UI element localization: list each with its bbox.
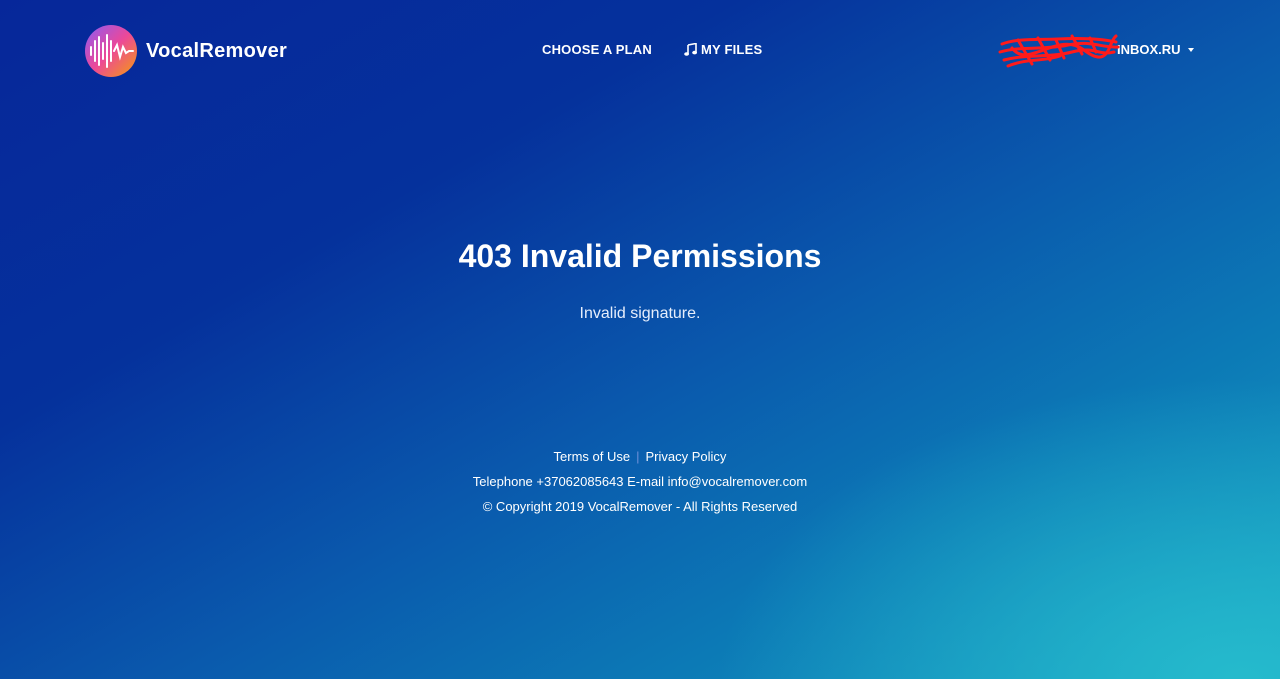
footer-separator: |	[636, 449, 640, 464]
nav-my-files[interactable]: MY FILES	[684, 42, 762, 57]
privacy-policy-link[interactable]: Privacy Policy	[646, 449, 727, 464]
nav-my-files-label: MY FILES	[701, 42, 763, 57]
waveform-logo-icon	[85, 25, 137, 77]
footer-copyright: © Copyright 2019 VocalRemover - All Righ…	[482, 499, 798, 514]
logo-text: VocalRemover	[146, 39, 288, 62]
redaction-scribble	[998, 34, 1120, 68]
terms-of-use-link[interactable]: Terms of Use	[554, 449, 631, 464]
account-email: INBOX.RU	[998, 34, 1181, 68]
error-title: 403 Invalid Permissions	[458, 238, 822, 274]
nav-choose-plan[interactable]: CHOOSE A PLAN	[542, 42, 652, 57]
music-note-icon	[684, 43, 697, 56]
footer-contact: Telephone +37062085643 E-mail info@vocal…	[472, 474, 808, 489]
account-email-suffix: INBOX.RU	[1117, 42, 1181, 57]
caret-down-icon	[1187, 47, 1194, 52]
footer-links: Terms of Use | Privacy Policy	[0, 449, 1280, 464]
header: VocalRemover CHOOSE A PLAN MY FILES INBO…	[0, 0, 1280, 100]
error-message: Invalid signature.	[579, 305, 701, 322]
account-dropdown[interactable]: INBOX.RU	[998, 34, 1194, 68]
logo[interactable]: VocalRemover	[85, 25, 287, 77]
